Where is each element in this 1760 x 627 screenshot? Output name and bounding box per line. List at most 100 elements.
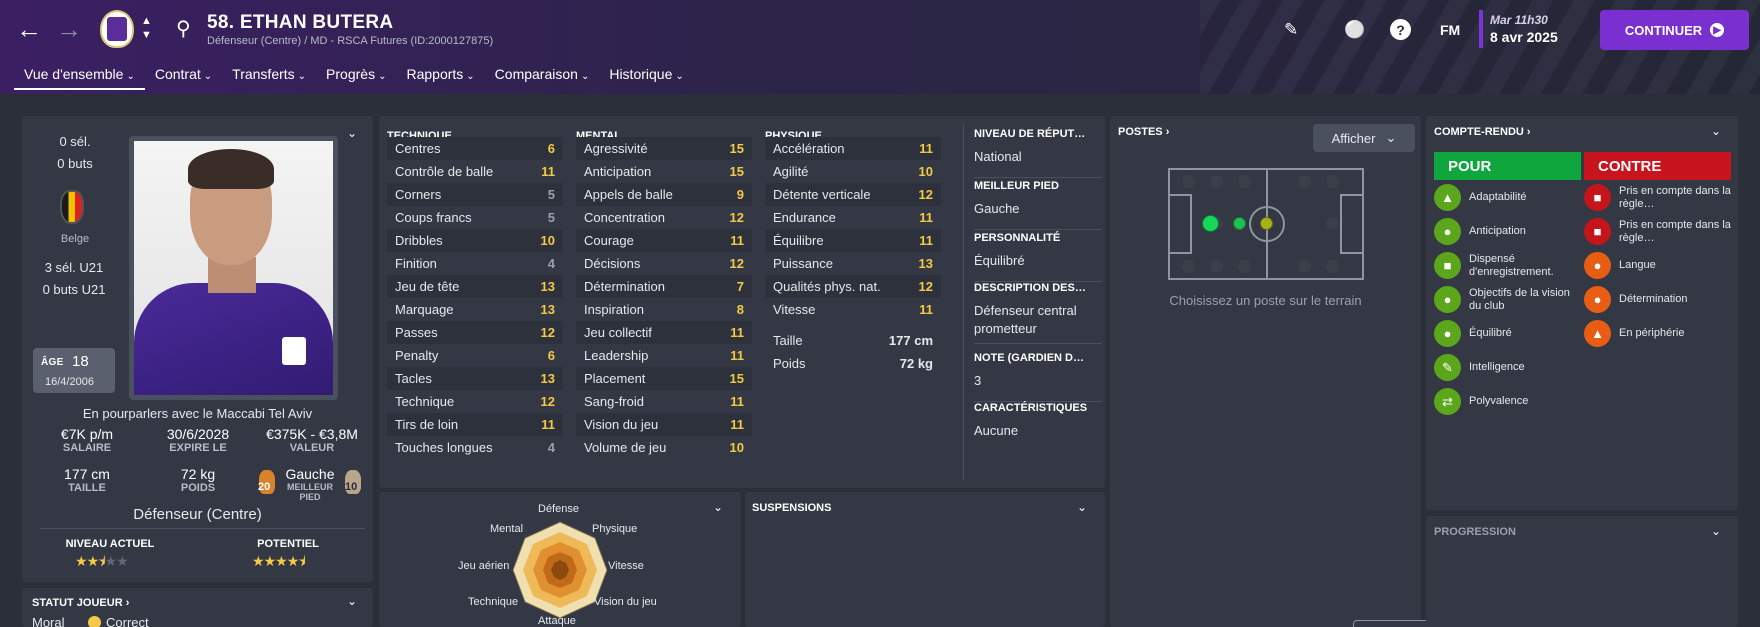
attribute-row[interactable]: Jeu de tête 13 [387,275,563,298]
attribute-row[interactable]: Finition 4 [387,252,563,275]
position-dot[interactable] [1210,260,1223,273]
attribute-row[interactable]: Centres 6 [387,137,563,160]
game-date[interactable]: 8 avr 2025 [1490,29,1558,45]
back-arrow-icon[interactable]: ← [14,14,44,44]
search-icon[interactable]: ⚲ [176,16,191,41]
position-dot[interactable] [1238,175,1251,188]
tab-overview[interactable]: Vue d'ensemble ⌄ [14,64,145,90]
pro-item[interactable]: ● Anticipation [1434,218,1580,245]
report-title[interactable]: COMPTE-RENDU › [1434,126,1531,138]
attribute-row[interactable]: Corners 5 [387,183,563,206]
attribute-row[interactable]: Leadership 11 [576,344,752,367]
attribute-row[interactable]: Sang-froid 11 [576,390,752,413]
con-item[interactable]: ● Détermination [1584,286,1734,313]
position-dot[interactable] [1210,175,1223,188]
help-icon[interactable]: ? [1390,19,1411,40]
attribute-row[interactable]: Jeu collectif 11 [576,321,752,344]
compass-icon: ● [1584,286,1611,313]
con-item[interactable]: ■ Pris en compte dans la règle… [1584,184,1734,211]
pro-item[interactable]: ■ Dispensé d'enregistrement. [1434,252,1580,279]
attribute-row[interactable]: Penalty 6 [387,344,563,367]
globe-icon[interactable]: ⚪ [1344,20,1365,40]
attribute-row[interactable]: Vitesse 11 [765,298,941,321]
attribute-row[interactable]: Contrôle de balle 11 [387,160,563,183]
pro-item[interactable]: ● Équilibré [1434,320,1580,347]
chevron-down-icon[interactable]: ⌄ [347,126,357,140]
tab-transfers[interactable]: Transferts ⌄ [222,64,316,90]
attribute-row[interactable]: Équilibre 11 [765,229,941,252]
divider [40,528,365,529]
show-dropdown[interactable]: Afficher ⌄ [1313,124,1415,152]
attribute-row[interactable]: Endurance 11 [765,206,941,229]
tab-progress[interactable]: Progrès ⌄ [316,64,396,90]
attribute-row[interactable]: Tacles 13 [387,367,563,390]
attribute-row[interactable]: Agilité 10 [765,160,941,183]
up-down-chevron-icon[interactable]: ▲ ▼ [141,14,152,42]
forward-arrow-icon[interactable]: → [54,14,84,44]
position-dot[interactable] [1326,217,1339,230]
lightbulb-icon: ● [1434,218,1461,245]
attribute-row[interactable]: Appels de balle 9 [576,183,752,206]
attribute-row[interactable]: Technique 12 [387,390,563,413]
attribute-row[interactable]: Volume de jeu 10 [576,436,752,459]
position-dot[interactable] [1182,260,1195,273]
pro-item[interactable]: ▲ Adaptabilité [1434,184,1580,211]
pro-item[interactable]: ⇄ Polyvalence [1434,388,1580,415]
position-dot[interactable] [1298,175,1311,188]
attribute-row[interactable]: Placement 15 [576,367,752,390]
attribute-row[interactable]: Puissance 13 [765,252,941,275]
tab-comparison[interactable]: Comparaison ⌄ [485,64,600,90]
attribute-row[interactable]: Coups francs 5 [387,206,563,229]
position-dot[interactable] [1298,260,1311,273]
chevron-down-icon[interactable]: ⌄ [1711,124,1721,138]
pro-item[interactable]: ● Objectifs de la vision du club [1434,286,1580,313]
attribute-row[interactable]: Détermination 7 [576,275,752,298]
position-dot[interactable] [1238,260,1251,273]
position-dot[interactable] [1326,175,1339,188]
chevron-down-icon[interactable]: ⌄ [713,500,723,514]
chevron-down-icon[interactable]: ⌄ [1711,524,1721,538]
attribute-row[interactable]: Détente verticale 12 [765,183,941,206]
unconvincing-position-dot[interactable] [1260,217,1273,230]
attribute-row[interactable]: Courage 11 [576,229,752,252]
attribute-row[interactable]: Accélération 11 [765,137,941,160]
attribute-row[interactable]: Agressivité 15 [576,137,752,160]
tab-history[interactable]: Historique ⌄ [599,64,693,90]
con-item[interactable]: ● Langue [1584,252,1734,279]
chevron-down-icon[interactable]: ⌄ [1077,500,1087,514]
pro-item[interactable]: ✎ Intelligence [1434,354,1580,381]
attribute-row[interactable]: Touches longues 4 [387,436,563,459]
continue-button[interactable]: CONTINUER ▶ [1600,10,1749,50]
birthdate: 16/4/2006 [45,376,94,388]
tab-reports[interactable]: Rapports ⌄ [396,64,484,90]
attribute-row[interactable]: Concentration 12 [576,206,752,229]
tab-contract[interactable]: Contrat ⌄ [145,64,222,90]
edit-pencil-icon[interactable]: ✎ [1284,20,1298,40]
attribute-row[interactable]: Tirs de loin 11 [387,413,563,436]
attribute-row[interactable]: Dribbles 10 [387,229,563,252]
club-crest-icon[interactable] [100,10,134,48]
accomplished-position-dot[interactable] [1233,217,1246,230]
player-status-title[interactable]: STATUT JOUEUR › [32,597,129,609]
attribute-row[interactable]: Décisions 12 [576,252,752,275]
reputation-section: NIVEAU DE RÉPUT… National [974,128,1102,178]
height-stat: 177 cm TAILLE [42,466,132,494]
attribute-row[interactable]: Marquage 13 [387,298,563,321]
position-dot[interactable] [1326,260,1339,273]
attribute-row[interactable]: Qualités phys. nat. 12 [765,275,941,298]
con-item[interactable]: ▲ En périphérie [1584,320,1734,347]
pitch-diagram[interactable] [1168,168,1364,280]
attribute-row[interactable]: Anticipation 15 [576,160,752,183]
positions-title[interactable]: POSTES › [1118,126,1169,138]
position-dot[interactable] [1182,175,1195,188]
clipboard-icon: ■ [1584,184,1611,211]
attribute-row[interactable]: Vision du jeu 11 [576,413,752,436]
con-item[interactable]: ■ Pris en compte dans la règle… [1584,218,1734,245]
attribute-value: 13 [540,371,555,386]
chevron-down-icon[interactable]: ⌄ [347,594,357,608]
head-icon: ● [1434,320,1461,347]
attribute-row[interactable]: Passes 12 [387,321,563,344]
natural-position-dot[interactable] [1202,215,1219,232]
fm-menu-button[interactable]: FM [1440,22,1460,38]
attribute-row[interactable]: Inspiration 8 [576,298,752,321]
